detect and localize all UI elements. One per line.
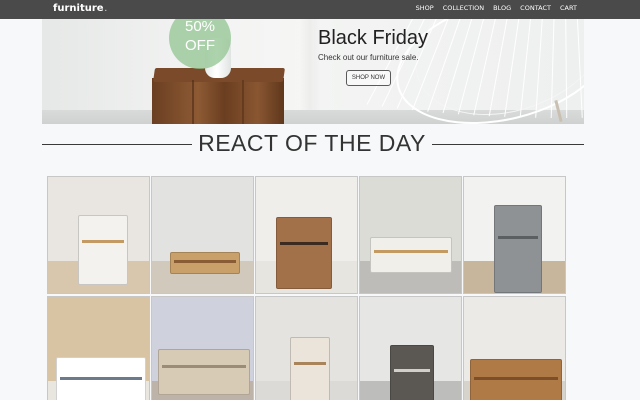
furniture-piece — [276, 217, 332, 289]
hero-title: Black Friday — [318, 27, 429, 49]
product-tile-console-table-arched-mirror[interactable] — [151, 176, 254, 294]
furniture-detail — [294, 362, 326, 365]
furniture-piece — [370, 237, 452, 273]
shop-now-button[interactable]: SHOP NOW — [346, 70, 391, 86]
furniture-detail — [174, 260, 236, 263]
product-tile-nightstand-side-table[interactable] — [359, 296, 462, 400]
brand-name: furniture — [53, 3, 104, 14]
main-nav: SHOP COLLECTION BLOG CONTACT CART — [416, 3, 577, 13]
wood-grain — [192, 80, 194, 124]
furniture-piece — [494, 205, 542, 293]
nav-contact[interactable]: CONTACT — [520, 3, 551, 13]
furniture-piece — [170, 252, 240, 274]
top-navbar: furniture. SHOP COLLECTION BLOG CONTACT … — [0, 0, 640, 19]
furniture-piece — [158, 349, 250, 395]
nav-collection[interactable]: COLLECTION — [443, 3, 484, 13]
product-tile-lift-top-coffee-table[interactable] — [359, 176, 462, 294]
discount-off: OFF — [185, 37, 215, 54]
nav-cart[interactable]: CART — [560, 3, 577, 13]
product-tile-desk-with-chair[interactable] — [47, 296, 150, 400]
nav-shop[interactable]: SHOP — [416, 3, 434, 13]
brand-logo[interactable]: furniture. — [53, 2, 107, 17]
furniture-detail — [394, 369, 430, 372]
wood-grain — [242, 80, 244, 124]
furniture-piece — [290, 337, 330, 400]
page: 50% OFF Black Friday Check out our furni… — [0, 0, 640, 400]
furniture-piece — [390, 345, 434, 400]
product-tile-gray-storage-cabinet[interactable] — [463, 176, 566, 294]
heading-divider-right — [432, 144, 584, 145]
discount-percent: 50% — [184, 18, 216, 35]
furniture-detail — [60, 377, 142, 380]
furniture-detail — [82, 240, 124, 243]
furniture-detail — [280, 242, 328, 245]
furniture-detail — [162, 365, 246, 368]
furniture-detail — [474, 377, 558, 380]
furniture-piece — [78, 215, 128, 285]
tile-wall — [152, 177, 253, 261]
furniture-detail — [498, 236, 538, 239]
hero-subtitle: Check out our furniture sale. — [318, 53, 419, 62]
wood-stool — [152, 78, 284, 124]
product-tile-rolling-kitchen-cart[interactable] — [47, 176, 150, 294]
section-title: REACT OF THE DAY — [198, 130, 426, 156]
product-tile-wood-sideboard-cabinet[interactable] — [463, 296, 566, 400]
brand-dot: . — [104, 6, 107, 13]
furniture-detail — [374, 250, 448, 253]
heading-divider-left — [42, 144, 192, 145]
nav-blog[interactable]: BLOG — [493, 3, 511, 13]
product-tile-sideboard-buffet[interactable] — [151, 296, 254, 400]
product-tile-accent-armchair[interactable] — [255, 296, 358, 400]
product-tile-wine-bar-cabinet[interactable] — [255, 176, 358, 294]
